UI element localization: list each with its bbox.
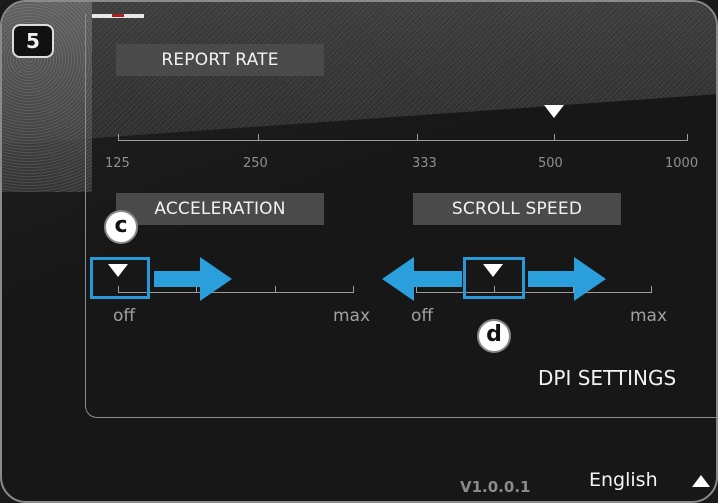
acceleration-tick [275,286,276,292]
report-rate-tick-label: 250 [243,156,268,171]
report-rate-label: REPORT RATE [116,44,324,76]
report-rate-tick-label: 333 [412,156,437,171]
report-rate-tick [258,134,259,140]
right-arrow-icon [154,257,232,301]
step-badge: 5 [12,24,54,58]
scroll-speed-min-label: off [411,306,434,326]
top-tab-marker [92,14,144,18]
acceleration-tick [353,286,354,292]
scroll-speed-tick [651,286,652,292]
report-rate-tick [118,134,119,140]
scroll-speed-max-label: max [630,306,668,326]
report-rate-tick [687,134,688,140]
report-rate-tick-label: 125 [105,156,130,171]
report-rate-slider-thumb[interactable] [544,105,564,118]
scroll-speed-label: SCROLL SPEED [413,193,621,225]
version-label: V1.0.0.1 [460,478,531,496]
acceleration-min-label: off [113,306,136,326]
report-rate-tick [554,134,555,140]
dpi-settings-button[interactable]: DPI SETTINGS [538,366,676,390]
right-arrow-icon [528,257,606,301]
annotation-badge-d: d [477,319,511,353]
left-arrow-icon [382,257,462,301]
acceleration-slider-thumb[interactable] [108,264,128,277]
report-rate-tick-label: 1000 [665,156,699,171]
app-window: 5 REPORT RATE 125 250 333 500 1000 ACCEL… [0,0,718,503]
report-rate-track[interactable] [118,140,688,141]
report-rate-tick [417,134,418,140]
language-selector[interactable]: English [589,469,658,491]
annotation-badge-c: c [104,210,138,244]
scroll-speed-slider-thumb[interactable] [483,264,503,277]
report-rate-tick-label: 500 [538,156,563,171]
acceleration-label: ACCELERATION [116,193,324,225]
language-dropdown-arrow-icon[interactable] [692,475,710,487]
acceleration-max-label: max [333,306,371,326]
